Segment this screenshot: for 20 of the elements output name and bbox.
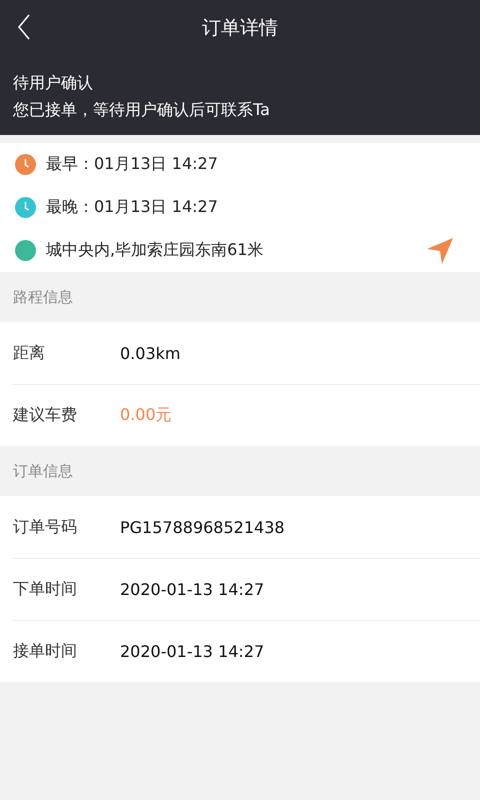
status-title: 待用户确认 — [13, 72, 94, 94]
field-value: 2020-01-13 14:27 — [120, 642, 264, 661]
section-title: 订单信息 — [13, 462, 73, 480]
status-message: 您已接单，等待用户确认后可联系Ta — [13, 99, 271, 121]
fare-value: 0.00元 — [120, 405, 172, 426]
field-label: 接单时间 — [13, 641, 78, 662]
time-text: 最晚：01月13日 14:27 — [46, 197, 219, 218]
field-value: 0.03km — [120, 344, 180, 362]
section-title: 路程信息 — [13, 288, 73, 306]
field-label: 建议车费 — [13, 405, 78, 426]
field-value: 2020-01-13 14:27 — [120, 580, 264, 599]
field-label: 下单时间 — [13, 579, 78, 600]
address-text: 城中央内,毕加索庄园东南61米 — [46, 240, 264, 261]
field-label: 距离 — [13, 342, 46, 364]
back-icon — [17, 14, 31, 40]
field-value: PG15788968521438 — [120, 518, 285, 536]
navigation-icon[interactable] — [425, 236, 455, 266]
time-text: 最早：01月13日 14:27 — [46, 154, 219, 175]
field-label: 订单号码 — [13, 516, 78, 538]
window-title: 订单详情 — [202, 16, 278, 40]
